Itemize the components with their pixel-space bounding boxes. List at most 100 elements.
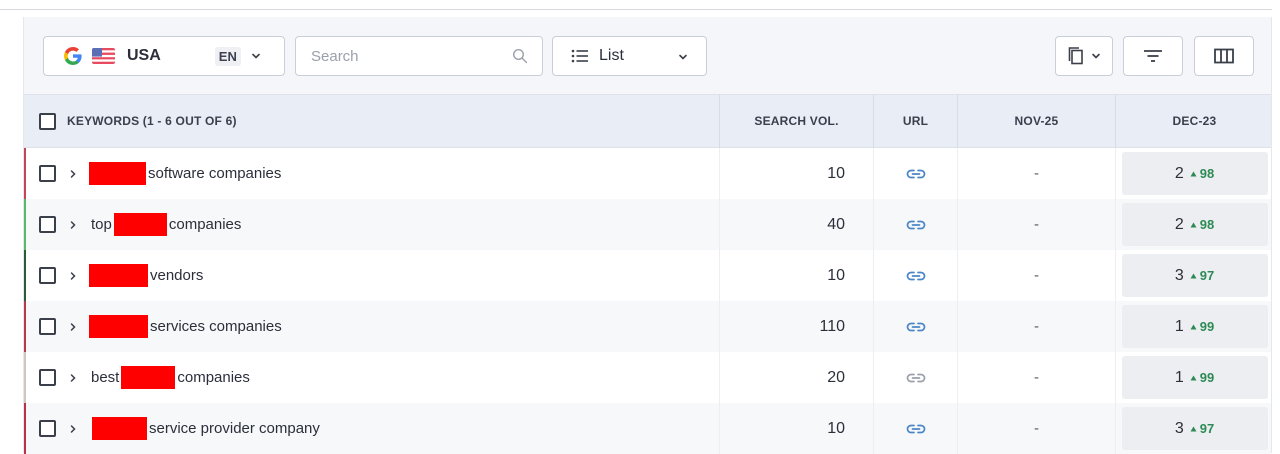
copy-button[interactable]	[1055, 36, 1113, 76]
nov-position-cell: -	[957, 301, 1115, 352]
row-checkbox[interactable]	[39, 165, 56, 182]
row-checkbox[interactable]	[39, 267, 56, 284]
chevron-right-icon[interactable]	[69, 424, 77, 434]
url-cell	[873, 403, 957, 454]
region-selector[interactable]: USA EN	[43, 36, 285, 76]
position-box[interactable]: 2 98	[1121, 203, 1268, 246]
position-box[interactable]: 3 97	[1121, 407, 1268, 450]
url-cell	[873, 199, 957, 250]
keyword-suffix[interactable]: service provider company	[149, 420, 320, 437]
keyword-cell: vendors	[24, 250, 719, 301]
keyword-cell: service provider company	[24, 403, 719, 454]
up-triangle-icon	[1190, 375, 1197, 380]
keywords-column-header: KEYWORDS (1 - 6 OUT OF 6)	[24, 95, 719, 147]
chevron-right-icon[interactable]	[69, 373, 77, 383]
table-header: KEYWORDS (1 - 6 OUT OF 6) SEARCH VOL. UR…	[24, 94, 1271, 148]
search-volume-column-header[interactable]: SEARCH VOL.	[719, 95, 873, 147]
top-divider	[0, 9, 1272, 10]
copy-icon	[1068, 47, 1083, 65]
link-icon[interactable]	[906, 270, 926, 282]
chevron-down-icon	[1092, 53, 1100, 59]
chevron-right-icon[interactable]	[69, 271, 77, 281]
url-cell	[873, 352, 957, 403]
keyword-panel: USA EN Search List KEYWORDS (1 - 6 OUT O…	[23, 17, 1273, 454]
table-row: vendors 10 - 3 97	[24, 250, 1271, 301]
nov-position-cell: -	[957, 250, 1115, 301]
url-cell	[873, 250, 957, 301]
position-value: 2	[1174, 164, 1184, 182]
position-value: 2	[1174, 215, 1184, 233]
chevron-right-icon[interactable]	[69, 322, 77, 332]
nov-position-cell: -	[957, 199, 1115, 250]
dec-position-cell: 3 97	[1115, 403, 1273, 454]
filter-icon	[1144, 50, 1162, 62]
row-checkbox[interactable]	[39, 318, 56, 335]
search-icon[interactable]	[512, 48, 528, 64]
position-change: 97	[1199, 268, 1215, 283]
nov-column-header[interactable]: NOV-25	[957, 95, 1115, 147]
position-value: 1	[1174, 368, 1184, 386]
dec-header-label: DEC-23	[1172, 114, 1217, 128]
position-box[interactable]: 2 98	[1121, 152, 1268, 195]
view-mode-dropdown[interactable]: List	[552, 36, 707, 76]
link-icon[interactable]	[906, 423, 926, 435]
position-box[interactable]: 1 99	[1121, 356, 1268, 399]
serp-tracker-view: USA EN Search List KEYWORDS (1 - 6 OUT O…	[0, 0, 1280, 454]
toolbar: USA EN Search List	[24, 17, 1271, 94]
link-icon[interactable]	[906, 321, 926, 333]
table-row: service provider company 10 - 3 97	[24, 403, 1271, 454]
keyword-suffix[interactable]: companies	[169, 216, 242, 233]
url-header-label: URL	[902, 114, 929, 128]
keyword-cell: services companies	[24, 301, 719, 352]
position-box[interactable]: 3 97	[1121, 254, 1268, 297]
keyword-suffix[interactable]: vendors	[150, 267, 203, 284]
redaction-block	[113, 213, 167, 236]
row-checkbox[interactable]	[39, 369, 56, 386]
redaction-block	[89, 264, 148, 287]
position-box[interactable]: 1 99	[1121, 305, 1268, 348]
search-input[interactable]	[311, 47, 501, 65]
search-volume-header-label: SEARCH VOL.	[754, 114, 839, 128]
list-icon	[571, 49, 588, 63]
dec-position-cell: 2 98	[1115, 199, 1273, 250]
keyword-prefix[interactable]: best	[91, 369, 119, 386]
position-change: 99	[1199, 370, 1215, 385]
table-row: services companies 110 - 1 99	[24, 301, 1271, 352]
up-triangle-icon	[1190, 222, 1197, 227]
chevron-right-icon[interactable]	[69, 220, 77, 230]
link-icon[interactable]	[906, 372, 926, 384]
redaction-block	[89, 162, 146, 185]
chevron-right-icon[interactable]	[69, 169, 77, 179]
keyword-suffix[interactable]: software companies	[148, 165, 281, 182]
redaction-block	[121, 366, 176, 389]
chevron-down-icon	[252, 53, 260, 59]
position-value: 3	[1174, 419, 1184, 437]
search-volume-cell: 110	[719, 301, 873, 352]
select-all-checkbox[interactable]	[39, 112, 56, 130]
search-volume-cell: 10	[719, 250, 873, 301]
region-label: USA	[127, 47, 161, 64]
chevron-down-icon	[679, 54, 687, 60]
search-volume-cell: 10	[719, 148, 873, 199]
view-mode-label: List	[599, 47, 624, 64]
search-volume-cell: 10	[719, 403, 873, 454]
row-checkbox[interactable]	[39, 420, 56, 437]
keyword-prefix[interactable]: top	[91, 216, 112, 233]
link-icon[interactable]	[906, 219, 926, 231]
table-row: best companies 20 - 1 99	[24, 352, 1271, 403]
keyword-suffix[interactable]: companies	[177, 369, 250, 386]
position-change: 97	[1199, 421, 1215, 436]
nov-position-cell: -	[957, 352, 1115, 403]
dec-column-header[interactable]: DEC-23	[1115, 95, 1273, 147]
url-cell	[873, 301, 957, 352]
google-g-icon	[64, 47, 82, 65]
up-triangle-icon	[1190, 171, 1197, 176]
row-checkbox[interactable]	[39, 216, 56, 233]
filter-button[interactable]	[1123, 36, 1183, 76]
link-icon[interactable]	[906, 168, 926, 180]
dec-position-cell: 1 99	[1115, 352, 1273, 403]
columns-button[interactable]	[1194, 36, 1254, 76]
redaction-block	[92, 417, 147, 440]
keyword-cell: software companies	[24, 148, 719, 199]
keyword-suffix[interactable]: services companies	[150, 318, 282, 335]
